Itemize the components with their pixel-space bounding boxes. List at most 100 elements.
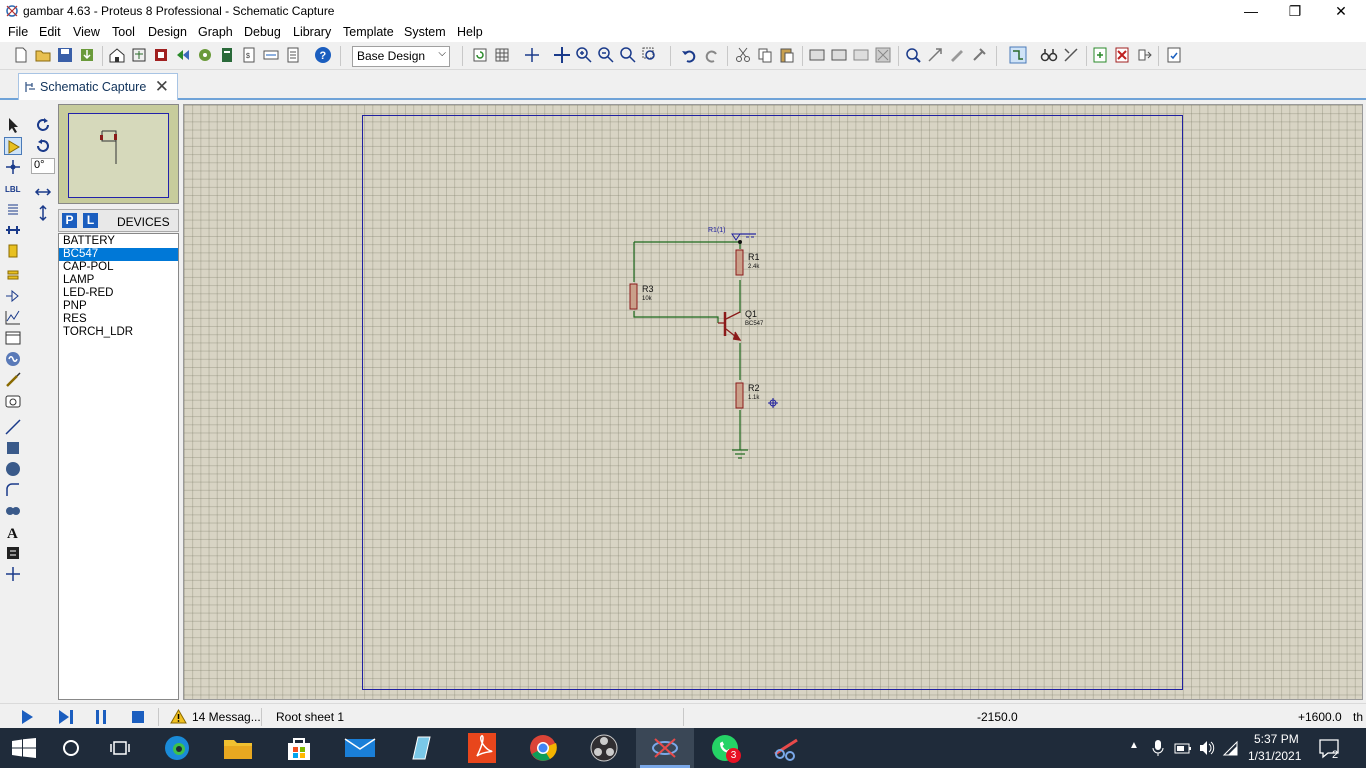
symbol-tool-icon[interactable]	[4, 544, 22, 562]
arc-tool-icon[interactable]	[4, 481, 22, 499]
zoom-all-icon[interactable]	[619, 46, 637, 64]
menu-design[interactable]: Design	[148, 25, 187, 39]
marker-tool-icon[interactable]	[4, 565, 22, 583]
acrobat-taskbar-button[interactable]	[453, 728, 511, 768]
menu-edit[interactable]: Edit	[39, 25, 61, 39]
ground-symbol[interactable]	[732, 449, 748, 459]
list-item[interactable]: TORCH_LDR	[59, 326, 178, 339]
electrical-rule-check-icon[interactable]	[1165, 46, 1183, 64]
new-file-icon[interactable]	[12, 46, 30, 64]
obs-taskbar-button[interactable]	[575, 728, 633, 768]
box-tool-icon[interactable]	[4, 439, 22, 457]
new-sheet-icon[interactable]	[1091, 46, 1109, 64]
undo-icon[interactable]	[680, 46, 698, 64]
pan-icon[interactable]	[553, 46, 571, 64]
block-copy-icon[interactable]	[808, 46, 826, 64]
messages-count[interactable]: 14 Messag...	[192, 710, 261, 724]
menu-library[interactable]: Library	[293, 25, 331, 39]
bus-icon[interactable]	[4, 221, 22, 239]
pause-icon[interactable]	[94, 709, 108, 725]
app2-taskbar-button[interactable]	[758, 728, 816, 768]
menu-view[interactable]: View	[73, 25, 100, 39]
clock-date[interactable]: 1/31/2021	[1248, 749, 1301, 763]
home-icon[interactable]	[108, 46, 126, 64]
component-mode-icon[interactable]	[4, 137, 22, 155]
list-item[interactable]: PNP	[59, 300, 178, 313]
terminals-icon[interactable]	[4, 266, 22, 284]
rotation-angle-field[interactable]: 0°	[31, 158, 55, 174]
chrome-taskbar-button[interactable]	[514, 728, 572, 768]
tab-schematic-capture[interactable]: Schematic Capture ✕	[18, 73, 178, 100]
list-item-selected[interactable]: BC547	[59, 248, 178, 261]
gerber-icon[interactable]	[196, 46, 214, 64]
store-taskbar-button[interactable]	[270, 728, 328, 768]
proteus-taskbar-button[interactable]	[636, 728, 694, 768]
list-item[interactable]: CAP-POL	[59, 261, 178, 274]
menu-template[interactable]: Template	[343, 25, 394, 39]
play-icon[interactable]	[20, 709, 34, 725]
resistor-r3[interactable]	[629, 283, 638, 310]
list-item[interactable]: BATTERY	[59, 235, 178, 248]
selection-mode-icon[interactable]	[4, 116, 22, 134]
schematic-canvas[interactable]: R1(1) R1 2.4k R3 10k Q1 BC547 R2 1.1k	[183, 104, 1363, 700]
minimize-button[interactable]: —	[1228, 0, 1274, 23]
copy-icon[interactable]	[756, 46, 774, 64]
block-rotate-icon[interactable]	[852, 46, 870, 64]
flip-horizontal-icon[interactable]	[34, 183, 52, 201]
pcb-icon[interactable]	[152, 46, 170, 64]
flip-vertical-icon[interactable]	[34, 204, 52, 222]
battery-icon[interactable]	[1174, 741, 1192, 755]
search-tag-icon[interactable]	[1040, 46, 1058, 64]
library-manager-button[interactable]: L	[83, 213, 98, 228]
origin-icon[interactable]	[523, 46, 541, 64]
text-tool-icon[interactable]: A	[4, 523, 22, 542]
help-icon[interactable]: ?	[314, 46, 332, 64]
menu-graph[interactable]: Graph	[198, 25, 233, 39]
clock-time[interactable]: 5:37 PM	[1254, 732, 1299, 746]
source-code-icon[interactable]	[262, 46, 280, 64]
menu-system[interactable]: System	[404, 25, 446, 39]
toggle-grid-icon[interactable]	[493, 46, 511, 64]
block-move-icon[interactable]	[830, 46, 848, 64]
bom-icon[interactable]: $	[240, 46, 258, 64]
zoom-in-icon[interactable]	[575, 46, 593, 64]
virtual-instruments-icon[interactable]	[4, 392, 22, 410]
exit-to-parent-icon[interactable]	[1135, 46, 1153, 64]
path-tool-icon[interactable]	[4, 502, 22, 520]
menu-debug[interactable]: Debug	[244, 25, 281, 39]
overview-window[interactable]	[58, 104, 179, 204]
notes-icon[interactable]	[284, 46, 302, 64]
list-item[interactable]: LAMP	[59, 274, 178, 287]
pick-devices-button[interactable]: P	[62, 213, 77, 228]
windows-start-icon[interactable]	[12, 738, 36, 758]
paste-icon[interactable]	[778, 46, 796, 64]
decompose-icon[interactable]	[970, 46, 988, 64]
design-explorer-icon[interactable]	[218, 46, 236, 64]
wire-autorouter-icon[interactable]	[1009, 46, 1027, 64]
make-device-icon[interactable]	[926, 46, 944, 64]
mail-taskbar-button[interactable]	[331, 728, 389, 768]
maximize-button[interactable]: ❐	[1272, 0, 1318, 23]
text-script-icon[interactable]	[4, 200, 22, 218]
tray-chevron-up-icon[interactable]: ▲	[1129, 740, 1139, 751]
resistor-r1[interactable]	[735, 249, 744, 276]
line-tool-icon[interactable]	[4, 418, 22, 436]
zoom-area-icon[interactable]	[641, 46, 659, 64]
app-taskbar-button[interactable]	[392, 728, 450, 768]
redo-icon[interactable]	[703, 46, 721, 64]
resistor-r2[interactable]	[735, 382, 744, 409]
transistor-q1[interactable]	[718, 311, 742, 341]
active-popup-icon[interactable]	[4, 329, 22, 347]
search-icon[interactable]	[62, 739, 80, 757]
warning-icon[interactable]	[170, 709, 187, 724]
junction-dot-icon[interactable]	[4, 158, 22, 176]
open-folder-icon[interactable]	[34, 46, 52, 64]
pick-parts-icon[interactable]	[904, 46, 922, 64]
microphone-icon[interactable]	[1152, 739, 1164, 757]
packaging-tool-icon[interactable]	[948, 46, 966, 64]
menu-file[interactable]: File	[8, 25, 28, 39]
design-variant-select[interactable]: Base Design ⌵	[352, 46, 450, 67]
list-item[interactable]: LED-RED	[59, 287, 178, 300]
generator-icon[interactable]	[4, 350, 22, 368]
import-icon[interactable]	[78, 46, 96, 64]
